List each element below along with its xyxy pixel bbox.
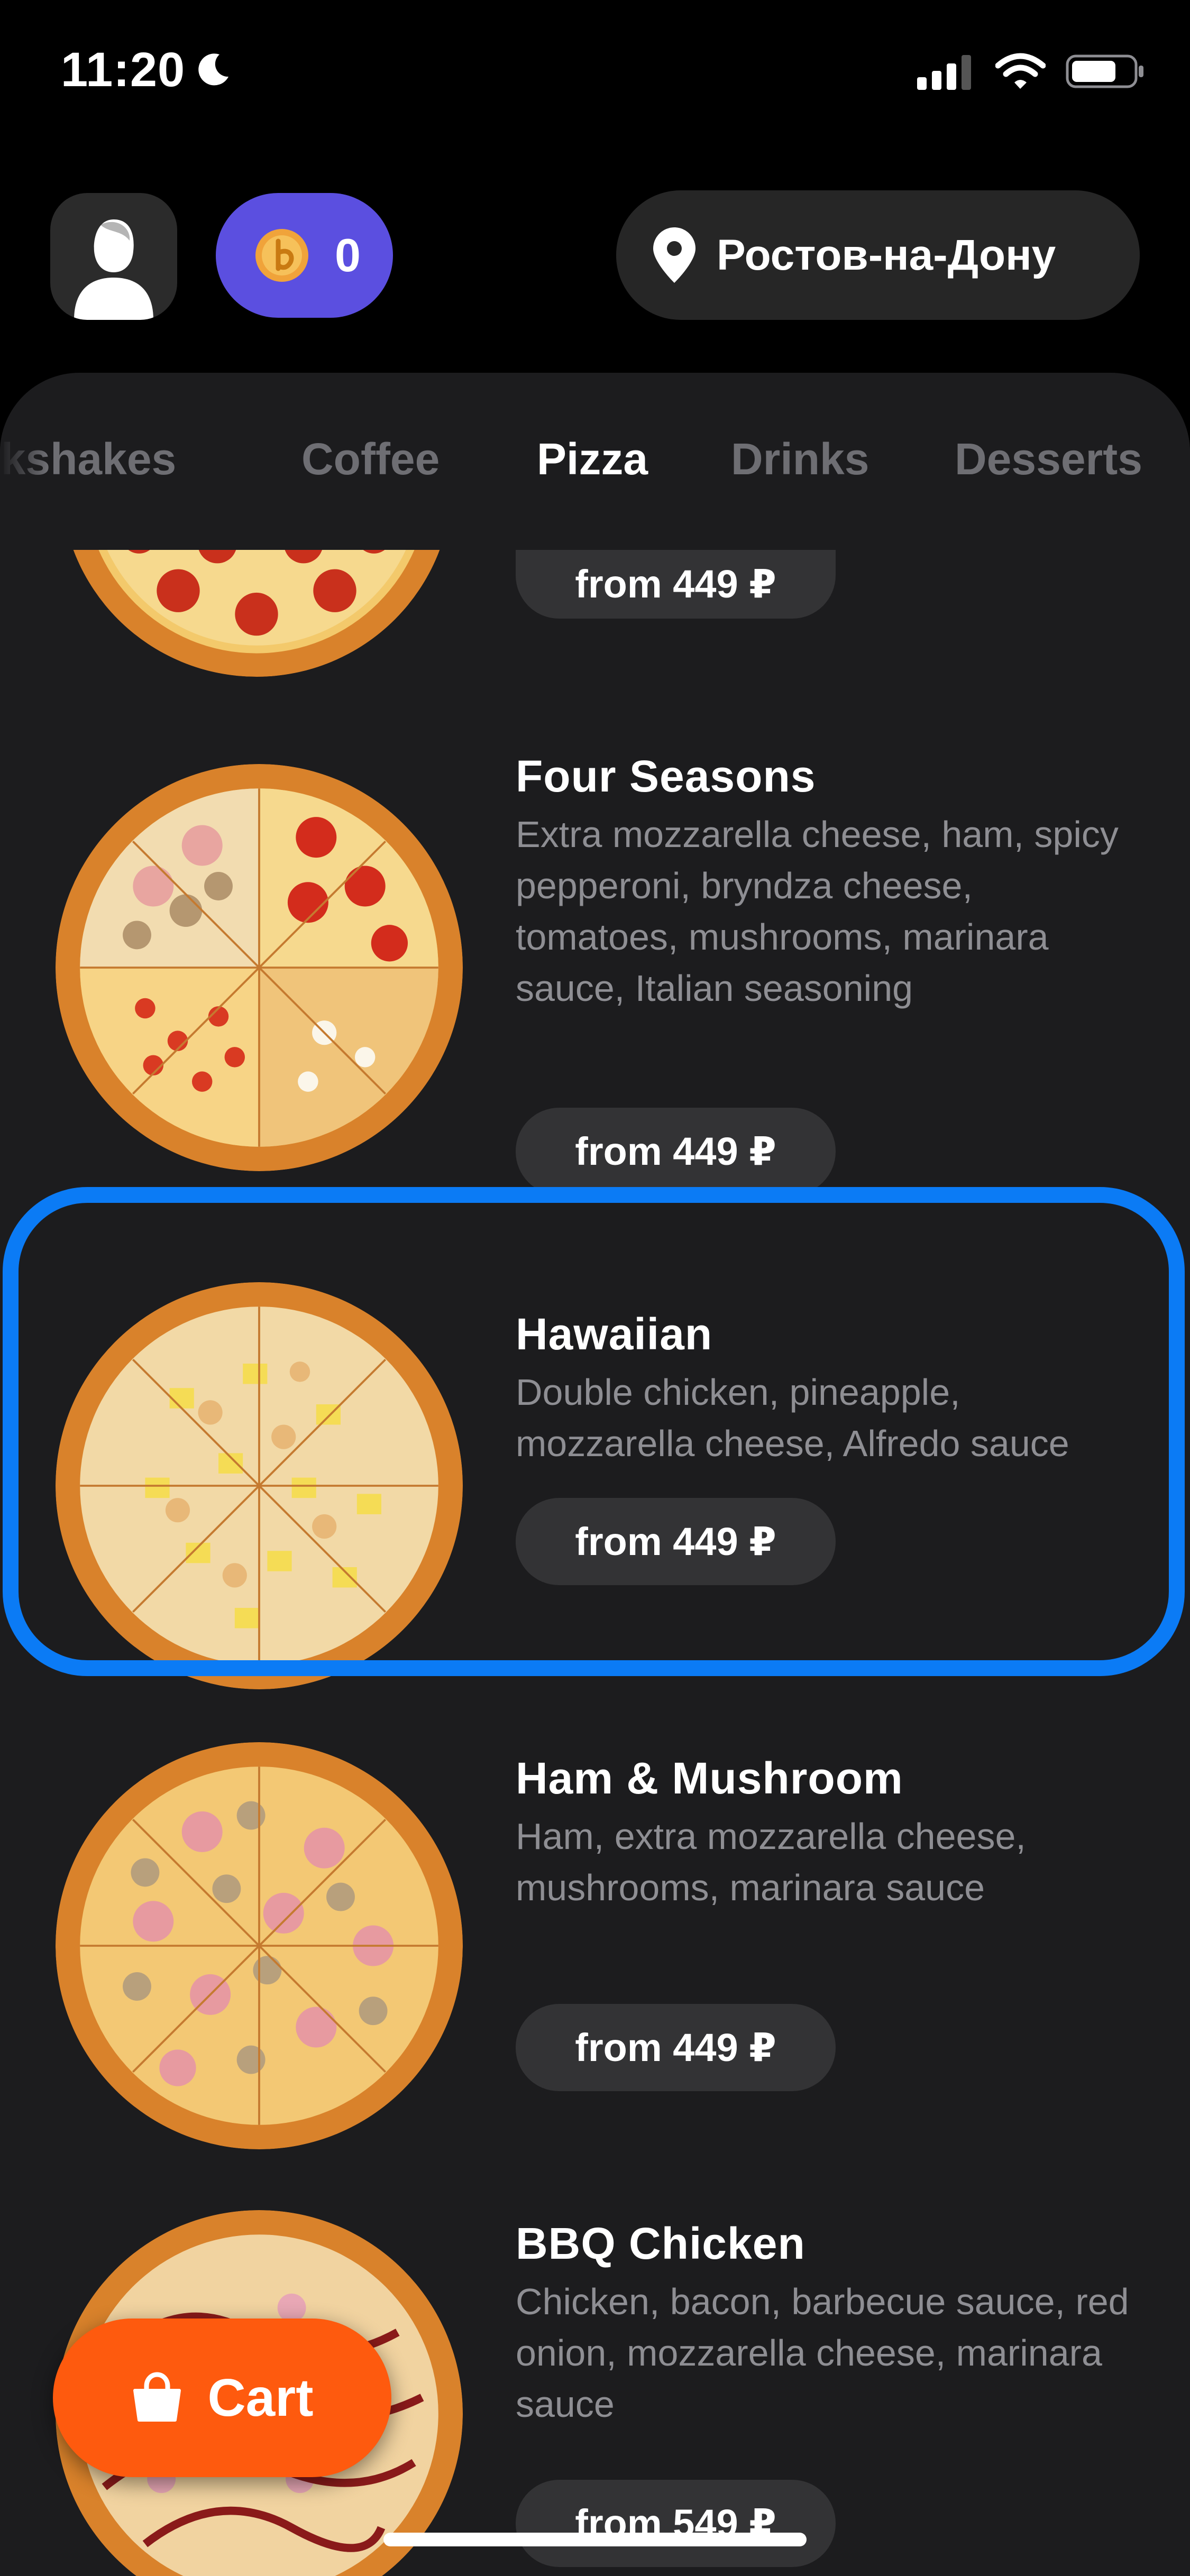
product-image [61,550,452,677]
moon-icon [198,53,228,86]
price-button[interactable]: from 549 ₽ [516,2480,836,2567]
cellular-icon [917,55,971,90]
tab-pizza[interactable]: Pizza [537,434,648,485]
coins-count: 0 [335,229,361,281]
price-button[interactable]: from 449 ₽ [516,2004,836,2091]
product-image [56,764,463,1171]
price-button[interactable]: from 449 ₽ [516,550,836,619]
product-image [56,1282,463,1689]
header: 0 Ростов-на-Дону [0,180,1190,328]
coin-icon [255,229,308,282]
product-title: Hawaiian [516,1309,713,1359]
product-title: BBQ Chicken [516,2219,805,2268]
price-button[interactable]: from 449 ₽ [516,1108,836,1195]
user-icon [74,219,153,320]
cart-label: Cart [207,2368,314,2427]
status-bar: 11:20 [0,0,1190,148]
city-label: Ростов-на-Дону [717,231,1056,279]
product-description: Double chicken, pineapple, mozzarella ch… [516,1372,1069,1464]
product-title: Ham & Mushroom [516,1753,903,1803]
home-indicator[interactable] [383,2533,807,2546]
product-description: Chicken, bacon, barbecue sauce, red onio… [516,2281,1129,2425]
product-list: from 449 ₽ Four Seasons Extra mozzarella… [0,550,1190,2576]
price-button[interactable]: from 449 ₽ [516,1498,836,1585]
menu-panel: Milkshakes Coffee Pizza Drinks Desserts … [0,373,1190,2576]
product-description: Ham, extra mozzarella cheese, mushrooms,… [516,1816,1026,1908]
product-description: Extra mozzarella cheese, ham, spicy pepp… [516,814,1119,1009]
coins-button[interactable]: 0 [216,193,393,318]
status-time: 11:20 [61,43,186,97]
tab-desserts[interactable]: Desserts [955,434,1142,485]
location-pin-icon [653,227,695,283]
tab-coffee[interactable]: Coffee [301,434,440,485]
cart-button[interactable]: Cart [53,2319,391,2477]
profile-button[interactable] [50,193,177,320]
city-selector[interactable]: Ростов-на-Дону [616,190,1140,320]
tabs-fade [1142,426,1190,510]
product-image [56,1742,463,2149]
product-title: Four Seasons [516,751,816,801]
tabs-fade [0,426,48,510]
tab-drinks[interactable]: Drinks [731,434,869,485]
wifi-icon [995,53,1046,89]
shopping-bag-icon [133,2372,181,2422]
battery-icon [1066,54,1143,88]
category-tabs: Milkshakes Coffee Pizza Drinks Desserts [0,434,1190,502]
